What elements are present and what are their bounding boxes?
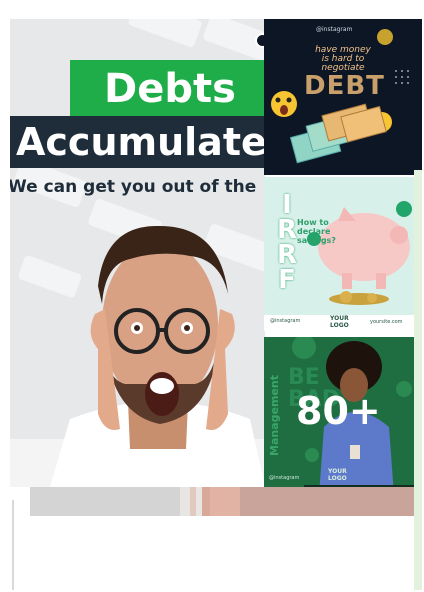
card-irrf-savings[interactable]: I R R F How to declare savings? @instagr… — [264, 177, 414, 331]
card-management[interactable]: BE BAD Management 80+ YOUR LOGO @instagr… — [264, 337, 416, 495]
card1-instagram: @instagram — [316, 26, 353, 33]
card3-vertical-text: Management — [267, 375, 281, 456]
subtitle-text: We can get you out of the — [10, 177, 257, 197]
accumulate-heading: Accumulate — [10, 116, 265, 168]
more-count-overlay[interactable]: 80+ — [296, 389, 381, 433]
card2-question: How to declare savings? — [297, 218, 336, 245]
left-divider — [12, 500, 14, 590]
card1-debt-word: DEBT — [304, 71, 385, 101]
main-ad-image[interactable]: Debts Accumulate We can get you out of t… — [10, 19, 265, 487]
shocked-man-photo — [10, 225, 265, 487]
card2-instagram: @instagram — [270, 318, 301, 324]
card2-irrf-vertical: I R R F — [276, 190, 298, 295]
card1-headline: have money is hard to negotiate — [315, 45, 371, 73]
card3-logo: YOUR LOGO — [328, 468, 347, 482]
card2-logo: YOUR LOGO — [330, 315, 349, 329]
right-edge-strip — [414, 170, 422, 590]
card2-site: yoursite.com — [370, 319, 403, 325]
debts-heading: Debts — [70, 60, 265, 118]
card3-instagram: @instagram — [269, 475, 300, 481]
thumbnail-strip — [30, 487, 415, 516]
card-debt-negotiation[interactable]: @instagram have money is hard to negotia… — [264, 19, 422, 175]
